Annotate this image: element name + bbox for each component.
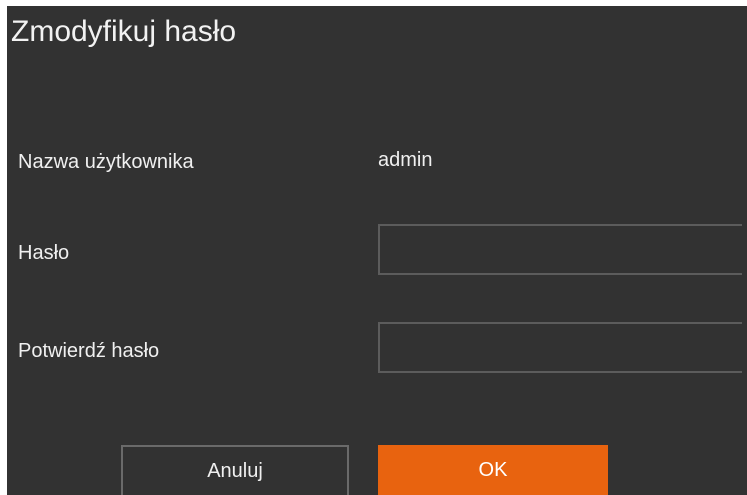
password-label: Hasło <box>18 242 70 264</box>
confirm-password-label: Potwierdź hasło <box>18 340 160 362</box>
username-label: Nazwa użytkownika <box>18 151 194 173</box>
dialog-title: Zmodyfikuj hasło <box>11 15 237 48</box>
cancel-button[interactable]: Anuluj <box>121 445 349 495</box>
ok-button[interactable]: OK <box>378 445 608 495</box>
username-value: admin <box>378 149 433 171</box>
modify-password-dialog: Zmodyfikuj hasło Nazwa użytkownika admin… <box>7 6 747 495</box>
confirm-password-input[interactable] <box>378 322 742 373</box>
password-input[interactable] <box>378 224 742 275</box>
